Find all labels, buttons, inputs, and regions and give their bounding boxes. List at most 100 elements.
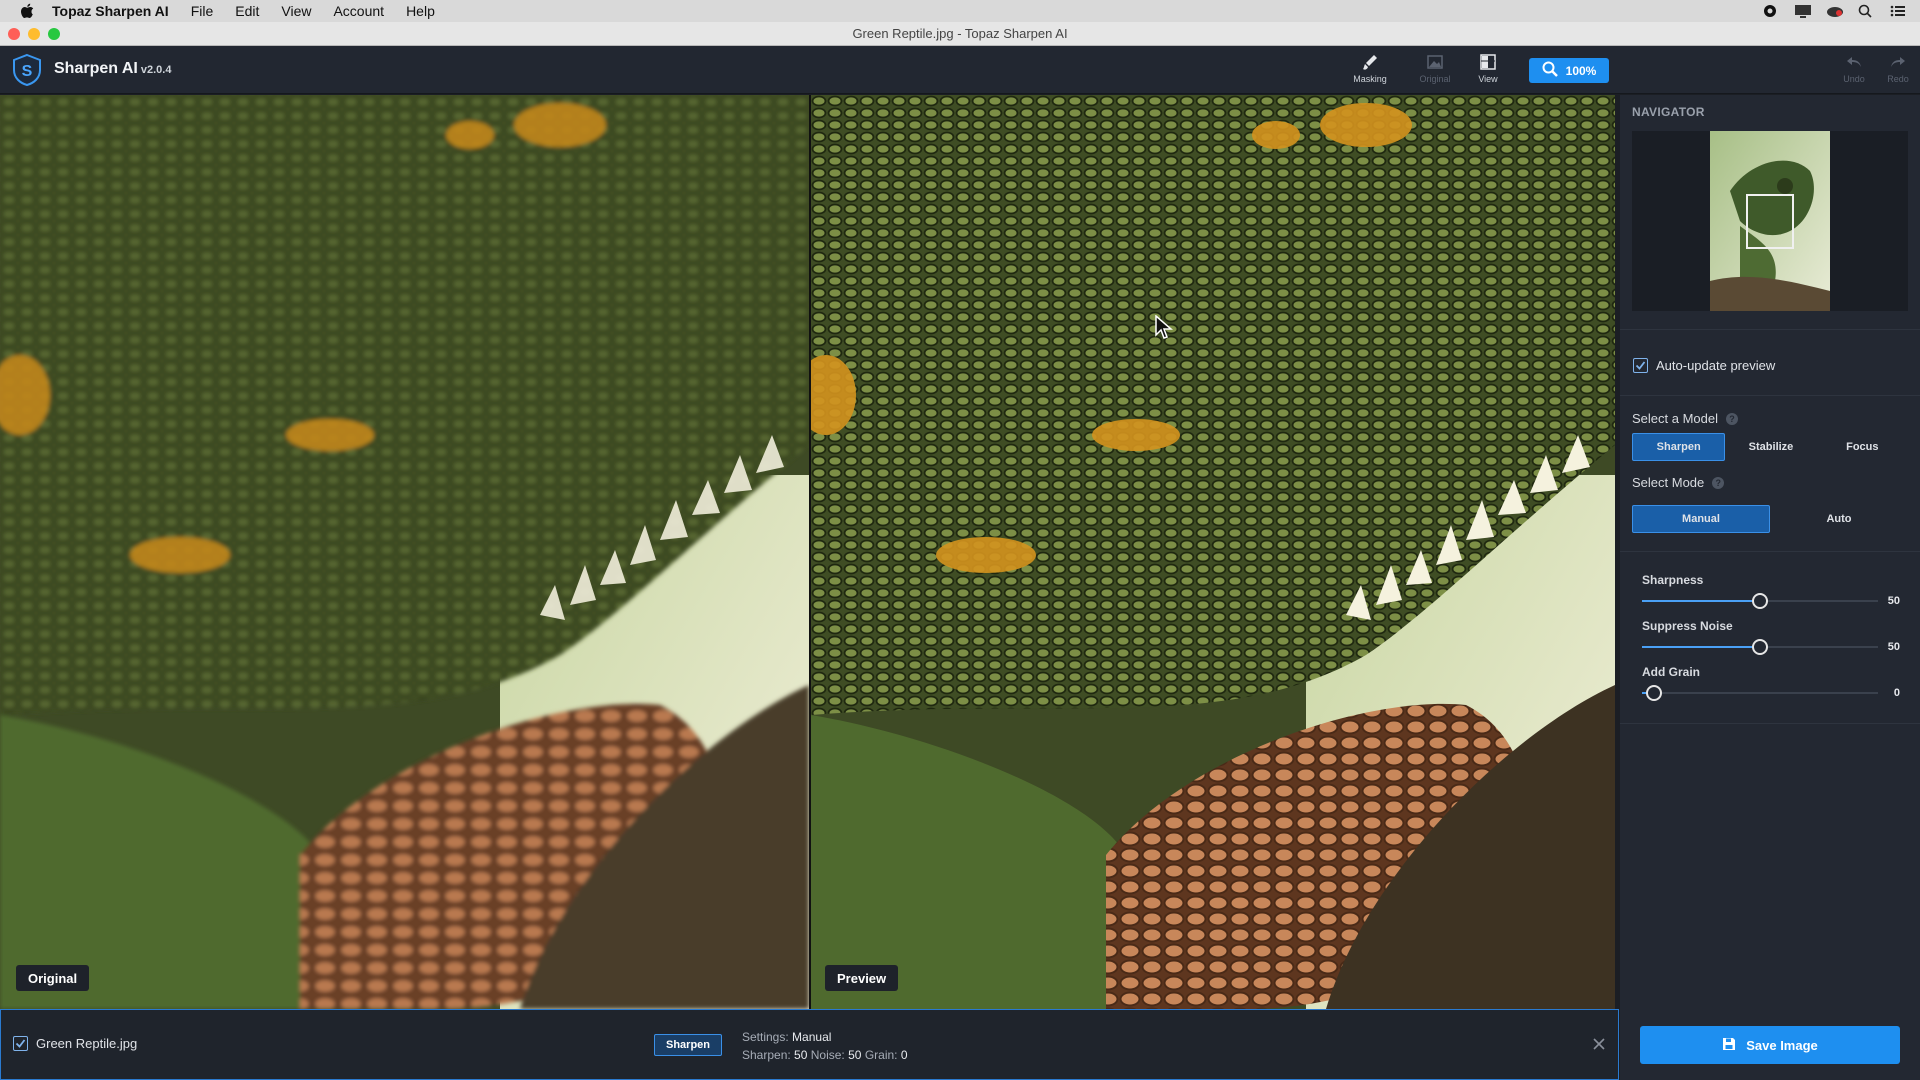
menu-file[interactable]: File bbox=[191, 3, 214, 19]
file-row[interactable]: Green Reptile.jpg bbox=[13, 1036, 137, 1051]
grain-summary-label: Grain: bbox=[864, 1048, 898, 1062]
macos-menu-bar: Topaz Sharpen AI File Edit View Account … bbox=[0, 0, 1920, 22]
menu-view[interactable]: View bbox=[281, 3, 311, 19]
preview-panel[interactable]: Preview bbox=[811, 95, 1615, 1009]
menu-account[interactable]: Account bbox=[333, 3, 384, 19]
mode-auto-button[interactable]: Auto bbox=[1770, 505, 1908, 533]
redo-icon bbox=[1876, 52, 1920, 72]
help-icon[interactable]: ? bbox=[1726, 412, 1738, 425]
image-icon bbox=[1413, 52, 1457, 72]
brush-icon bbox=[1348, 52, 1392, 72]
slider-handle[interactable] bbox=[1646, 685, 1662, 701]
navigator-title: NAVIGATOR bbox=[1632, 105, 1705, 119]
window-title: Green Reptile.jpg - Topaz Sharpen AI bbox=[852, 26, 1068, 41]
notification-list-icon[interactable] bbox=[1890, 4, 1906, 18]
save-image-button[interactable]: Save Image bbox=[1640, 1026, 1900, 1064]
menu-app-name[interactable]: Topaz Sharpen AI bbox=[52, 3, 169, 19]
masking-tool-button[interactable]: Masking bbox=[1348, 52, 1392, 84]
undo-icon bbox=[1832, 52, 1876, 72]
file-checkbox[interactable] bbox=[13, 1036, 28, 1051]
image-compare-area: Original Preview bbox=[0, 95, 1615, 1009]
select-mode-heading: Select Mode ? bbox=[1632, 475, 1725, 490]
original-tool-button[interactable]: Original bbox=[1413, 52, 1457, 84]
save-icon bbox=[1722, 1037, 1736, 1054]
menu-status-area bbox=[1762, 0, 1906, 22]
file-name: Green Reptile.jpg bbox=[36, 1036, 138, 1051]
display-icon[interactable] bbox=[1794, 4, 1811, 18]
original-label: Original bbox=[1419, 74, 1451, 84]
checkmark-icon bbox=[1635, 361, 1646, 370]
suppress-noise-slider[interactable] bbox=[1642, 639, 1878, 655]
divider bbox=[1620, 329, 1920, 330]
add-grain-value: 0 bbox=[1893, 687, 1900, 699]
add-grain-slider[interactable] bbox=[1642, 685, 1878, 701]
close-icon[interactable] bbox=[1591, 1036, 1607, 1052]
model-selector: Sharpen Stabilize Focus bbox=[1632, 433, 1908, 461]
select-model-label: Select a Model bbox=[1632, 411, 1718, 426]
file-list-bar: Green Reptile.jpg Sharpen Settings: Manu… bbox=[0, 1009, 1619, 1080]
mode-selector: Manual Auto bbox=[1632, 505, 1908, 533]
settings-mode: Manual bbox=[792, 1030, 832, 1044]
zoom-button[interactable]: 100% bbox=[1529, 58, 1609, 83]
noise-summary-label: Noise: bbox=[810, 1048, 845, 1062]
undo-button[interactable]: Undo bbox=[1832, 52, 1876, 84]
app-name: Sharpen AI bbox=[54, 60, 138, 77]
navigator-viewport-frame[interactable] bbox=[1746, 194, 1794, 249]
help-icon[interactable]: ? bbox=[1712, 476, 1725, 489]
divider bbox=[1620, 395, 1920, 396]
app-version: v2.0.4 bbox=[140, 64, 172, 76]
settings-prefix: Settings: bbox=[742, 1030, 789, 1044]
cloud-icon[interactable] bbox=[1826, 4, 1843, 18]
redo-label: Redo bbox=[1887, 74, 1909, 84]
model-sharpen-button[interactable]: Sharpen bbox=[1632, 433, 1726, 461]
menu-help[interactable]: Help bbox=[406, 3, 435, 19]
select-mode-label: Select Mode bbox=[1632, 475, 1705, 490]
zoom-level: 100% bbox=[1565, 63, 1597, 78]
model-focus-button[interactable]: Focus bbox=[1817, 433, 1908, 461]
file-settings-summary: Settings: Manual Sharpen: 50 Noise: 50 G… bbox=[742, 1028, 908, 1064]
auto-update-label: Auto-update preview bbox=[1656, 358, 1776, 373]
app-toolbar: S Sharpen AI v2.0.4 Masking Original View… bbox=[0, 46, 1920, 94]
original-panel[interactable]: Original bbox=[0, 95, 809, 1009]
sharpness-slider[interactable] bbox=[1642, 593, 1878, 609]
model-stabilize-button[interactable]: Stabilize bbox=[1725, 433, 1816, 461]
view-label: View bbox=[1478, 74, 1498, 84]
magnifier-icon bbox=[1542, 61, 1558, 80]
mode-manual-button[interactable]: Manual bbox=[1632, 505, 1770, 533]
slider-handle[interactable] bbox=[1752, 639, 1768, 655]
view-tool-button[interactable]: View bbox=[1466, 52, 1510, 84]
apple-icon[interactable] bbox=[16, 0, 38, 22]
slider-handle[interactable] bbox=[1752, 593, 1768, 609]
reptile-original-image bbox=[0, 95, 809, 1009]
preview-label: Preview bbox=[825, 965, 899, 991]
divider bbox=[1620, 723, 1920, 724]
auto-update-checkbox[interactable] bbox=[1633, 358, 1648, 373]
sharpen-summary-label: Sharpen: bbox=[742, 1048, 791, 1062]
record-icon[interactable] bbox=[1762, 4, 1778, 18]
spotlight-search-icon[interactable] bbox=[1858, 4, 1874, 18]
suppress-noise-value: 50 bbox=[1887, 641, 1900, 653]
undo-label: Undo bbox=[1843, 74, 1865, 84]
reptile-preview-image bbox=[811, 95, 1615, 1009]
window-title-bar: Green Reptile.jpg - Topaz Sharpen AI bbox=[0, 22, 1920, 46]
split-view-icon bbox=[1466, 52, 1510, 72]
menu-edit[interactable]: Edit bbox=[235, 3, 259, 19]
add-grain-label: Add Grain bbox=[1642, 665, 1701, 679]
sharpen-summary-value: 50 bbox=[794, 1048, 808, 1062]
navigator[interactable] bbox=[1632, 131, 1908, 311]
redo-button[interactable]: Redo bbox=[1876, 52, 1920, 84]
sharpness-value: 50 bbox=[1887, 595, 1900, 607]
sharpness-label: Sharpness bbox=[1642, 573, 1704, 587]
divider bbox=[1620, 551, 1920, 552]
svg-text:S: S bbox=[22, 63, 33, 80]
sharpen-ai-logo-icon: S bbox=[10, 53, 44, 87]
masking-label: Masking bbox=[1353, 74, 1387, 84]
navigator-thumbnail[interactable] bbox=[1710, 131, 1830, 311]
app-brand: Sharpen AI v2.0.4 bbox=[54, 60, 171, 78]
suppress-noise-label: Suppress Noise bbox=[1642, 619, 1733, 633]
noise-summary-value: 50 bbox=[848, 1048, 862, 1062]
mouse-cursor-icon bbox=[1155, 314, 1174, 341]
auto-update-preview-toggle[interactable]: Auto-update preview bbox=[1633, 358, 1775, 373]
settings-sidebar: NAVIGATOR Auto-update preview Select a M… bbox=[1620, 95, 1920, 1080]
file-model-tag: Sharpen bbox=[654, 1034, 722, 1056]
